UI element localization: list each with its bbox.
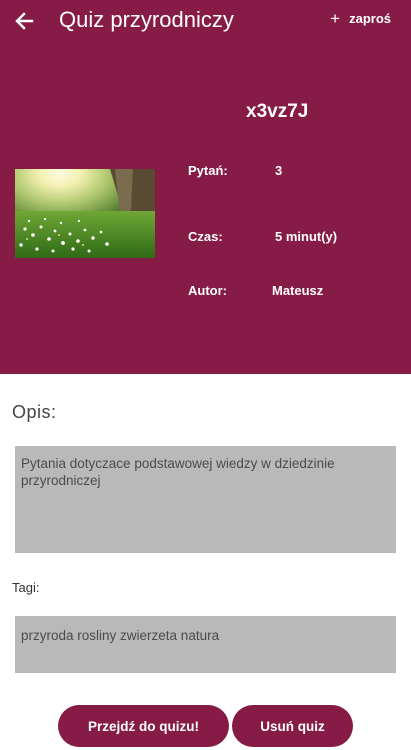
questions-value: 3 — [275, 163, 283, 178]
time-label: Czas: — [188, 229, 223, 244]
author-value: Mateusz — [272, 283, 324, 298]
plus-icon: + — [330, 9, 341, 28]
back-arrow-icon[interactable] — [10, 6, 40, 36]
page-title: Quiz przyrodniczy — [59, 7, 234, 32]
author-label: Autor: — [188, 283, 227, 298]
app-bar: Quiz przyrodniczy + zaproś — [0, 0, 411, 44]
time-value: 5 minut(y) — [275, 229, 338, 244]
quiz-code: x3vz7J — [246, 101, 309, 122]
invite-button[interactable]: + zaproś — [330, 9, 391, 29]
start-quiz-button[interactable]: Przejdź do quizu! — [58, 705, 229, 747]
tags-field: przyroda rosliny zwierzeta natura — [15, 616, 396, 673]
description-field: Pytania dotyczace podstawowej wiedzy w d… — [15, 446, 396, 553]
tags-title: Tagi: — [12, 580, 40, 595]
quiz-header: Quiz przyrodniczy + zaproś x3vz7J Pytań:… — [0, 0, 411, 374]
questions-label: Pytań: — [188, 163, 228, 178]
description-title: Opis: — [12, 402, 57, 422]
delete-quiz-button[interactable]: Usuń quiz — [232, 705, 353, 747]
invite-label: zaproś — [349, 11, 391, 26]
quiz-thumbnail-image — [15, 169, 155, 258]
